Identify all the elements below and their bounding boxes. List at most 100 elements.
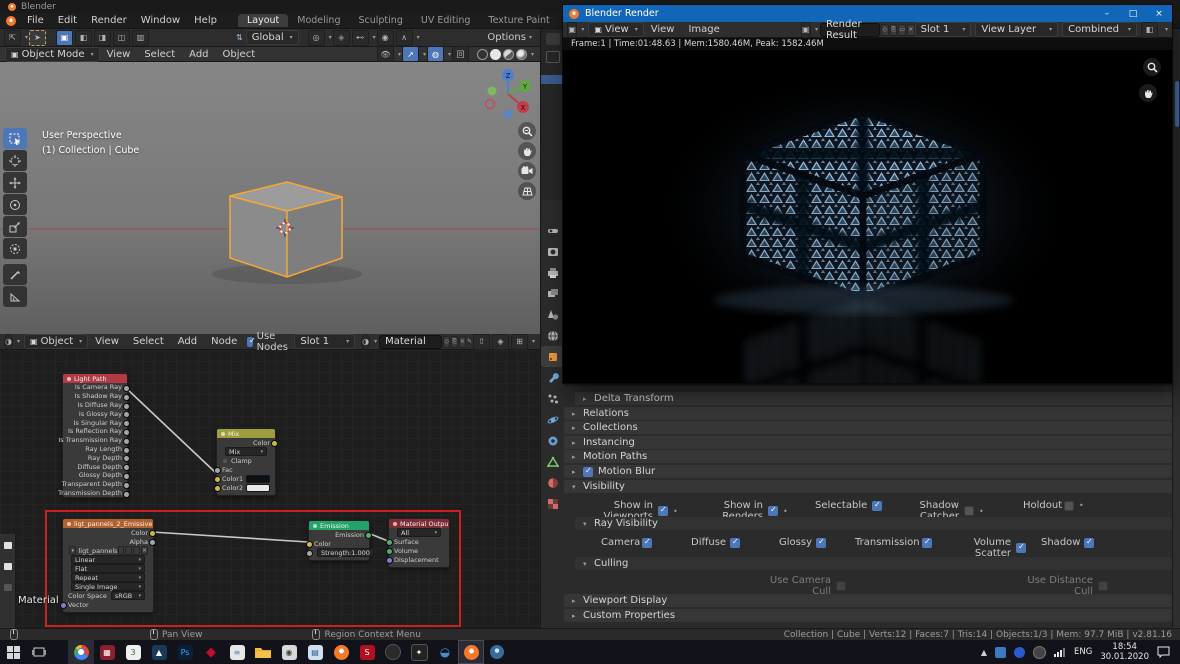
properties-scroll-edge[interactable] [1172,29,1180,628]
material-datablock-icon[interactable]: ◑ [361,334,370,350]
image-fake-user-icon[interactable] [118,546,125,555]
ortho-grid-icon[interactable] [518,182,536,200]
color2-swatch[interactable] [246,484,270,492]
gizmo-toggle-icon[interactable]: ↗ [402,46,419,62]
image-pan-hand-icon[interactable] [1139,84,1157,102]
sh-menu-add[interactable]: Add [171,336,204,347]
notes-app-icon[interactable]: ≡ [224,640,250,664]
blender-active-icon[interactable] [458,640,484,664]
panel-culling[interactable]: ▾Culling [575,557,1172,570]
scrollbar-thumb[interactable] [1175,81,1179,127]
socket-fac-input[interactable] [214,467,221,474]
tab-modifiers[interactable] [541,367,564,388]
proportional-falloff-icon[interactable]: ∧ [396,30,413,46]
document-3-app-icon[interactable]: 3 [120,640,146,664]
select-mode-invert-icon[interactable]: ◫ [113,30,130,46]
camera-view-icon[interactable] [518,162,536,180]
ray-diffuse-checkbox[interactable] [730,538,740,548]
panel-viewport-display[interactable]: ▸Viewport Display [564,594,1172,607]
image-copy-icon[interactable] [125,546,132,555]
xray-toggle-icon[interactable]: 回 [452,46,469,62]
menu-file[interactable]: File [20,15,51,26]
blender-alt-app-icon[interactable] [484,640,510,664]
zoom-icon[interactable] [518,122,536,140]
viewport-3d[interactable]: User Perspective (1) Collection | Cube Z… [0,62,540,334]
strength-field[interactable]: Strength:1.000 [317,548,374,557]
outliner-editor-icon[interactable] [546,33,560,45]
mix-blend-mode-dropdown[interactable]: Mix▾ [225,447,267,456]
node-snap-mode-icon[interactable]: ⊞ [511,334,528,350]
sh-menu-select[interactable]: Select [126,336,171,347]
holdout-checkbox[interactable] [1064,501,1074,511]
image-browse-icon[interactable]: ▾ [69,546,76,555]
workspace-tab-texture-paint[interactable]: Texture Paint [479,14,558,27]
socket-displacement-input[interactable] [386,557,393,564]
shadow-catcher-checkbox[interactable] [964,506,974,516]
tab-particles[interactable] [541,388,564,409]
notification-center-icon[interactable] [1157,646,1170,658]
menu-render[interactable]: Render [84,15,134,26]
socket-surface-input[interactable] [386,539,393,546]
vp-menu-select[interactable]: Select [137,49,182,60]
ray-volume-scatter-checkbox[interactable] [1016,543,1026,553]
tool-move[interactable] [3,172,27,193]
vp-menu-view[interactable]: View [100,49,138,60]
image-close-icon[interactable]: × [907,24,915,36]
workspace-tab-layout[interactable]: Layout [238,14,288,27]
tab-render[interactable] [541,241,564,262]
render-window[interactable]: Blender Render – □ × ▣▾ ▣View▾ View Imag… [563,5,1172,383]
photos-app-icon[interactable]: ◉ [276,640,302,664]
shading-wireframe-icon[interactable] [477,49,488,60]
red-diamond-app-icon[interactable]: ◆ [198,640,224,664]
output-target-dropdown[interactable]: All▾ [397,528,441,537]
tool-transform[interactable] [3,238,27,259]
maximize-button[interactable]: □ [1120,5,1146,22]
node-emission-header[interactable]: Emission [309,521,369,530]
node-mix-header[interactable]: Mix [217,429,275,438]
panel-delta-transform[interactable]: ▸Delta Transform [575,392,1172,405]
navigation-gizmo[interactable]: Z Y X [478,64,536,122]
socket-output[interactable] [123,491,130,498]
shading-solid-icon[interactable] [490,49,501,60]
outliner-selected-row-sliver[interactable] [541,75,564,84]
tray-app-icon-3[interactable] [1033,646,1046,659]
node-mix[interactable]: Mix Color Mix▾ Clamp Fac Color1 Color2 [216,428,276,496]
image-unlink-icon[interactable]: × [141,546,148,555]
image-shield-icon[interactable]: ◇ [881,24,889,36]
tool-cursor[interactable] [3,150,27,171]
fake-user-shield-icon[interactable]: ◇ [443,336,450,348]
selectable-checkbox[interactable] [872,501,882,511]
select-mode-subtract-icon[interactable]: ◨ [94,30,111,46]
mode-dropdown[interactable]: ▣Object Mode▾ [5,47,100,62]
pan-hand-icon[interactable] [518,142,536,160]
node-light-path[interactable]: Light Path Is Camera Ray Is Shadow Ray I… [62,373,128,498]
show-in-viewports-checkbox[interactable] [658,506,668,516]
vp-menu-add[interactable]: Add [182,49,215,60]
node-light-path-header[interactable]: Light Path [63,374,127,383]
tab-scene[interactable] [541,304,564,325]
shader-type-dropdown[interactable]: ▣Object▾ [24,334,88,349]
source-dropdown[interactable]: Single Image▾ [71,582,145,591]
socket-emission-output[interactable] [365,532,372,539]
slot-dropdown[interactable]: Slot 1▾ [294,334,355,349]
node-image-texture-header[interactable]: ligt_pannels_2_Emissive.png [63,519,153,528]
socket-alpha-output[interactable] [149,539,156,546]
socket-color-input[interactable] [306,541,313,548]
photoshop-icon[interactable]: Ps [172,640,198,664]
use-camera-cull-checkbox[interactable] [836,581,846,591]
file-explorer-icon[interactable] [250,640,276,664]
proportional-editing-icon[interactable]: ◉ [377,30,394,46]
tab-tool[interactable] [541,220,564,241]
node-image-texture[interactable]: ligt_pannels_2_Emissive.png Color Alpha … [62,518,154,613]
pivot-point-icon[interactable]: ◎ [308,30,325,46]
image-zoom-icon[interactable] [1143,58,1161,76]
vp-menu-object[interactable]: Object [216,49,263,60]
tab-physics[interactable] [541,409,564,430]
tab-output[interactable] [541,262,564,283]
shading-rendered-icon[interactable] [516,49,527,60]
image-folder-icon[interactable]: ▭ [898,24,906,36]
display-channels-icon[interactable]: ◧ [1141,22,1158,38]
parent-node-tree-icon[interactable]: ⇧ [473,334,490,350]
minimize-button[interactable]: – [1094,5,1120,22]
blender-menu-icon[interactable] [6,16,16,26]
